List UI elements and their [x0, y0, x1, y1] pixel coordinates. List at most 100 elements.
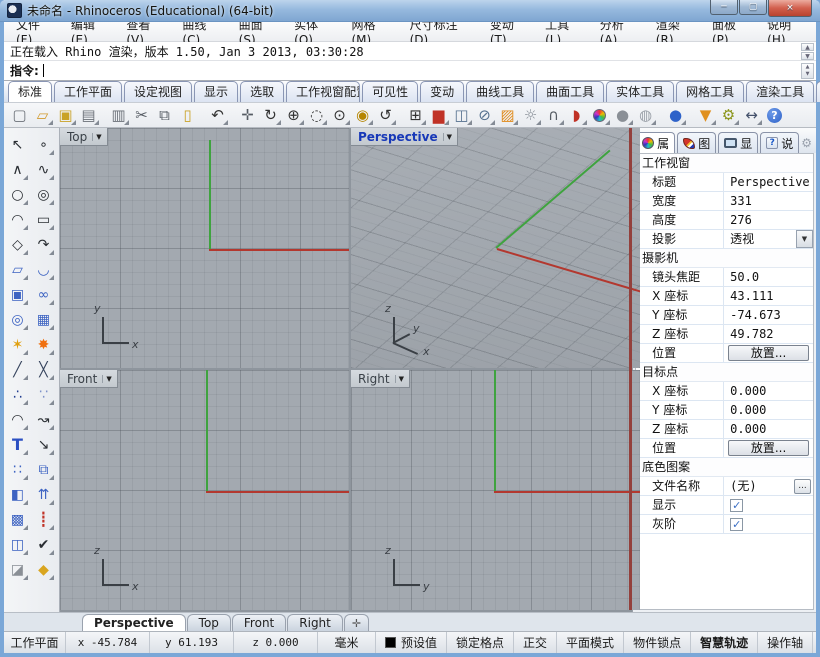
status-cell[interactable]: 毫米 [318, 632, 376, 653]
zoom-extents-icon[interactable]: ⊙ [328, 104, 351, 126]
rebuild-curve-icon[interactable]: ↝ [31, 408, 55, 431]
tab-layers[interactable]: 图 [677, 132, 716, 153]
surface-icon[interactable]: ▱ [5, 258, 29, 281]
toolbar-tab[interactable]: 设定视图 [124, 81, 192, 102]
paste-icon[interactable]: ▯ [176, 104, 199, 126]
blast-icon[interactable]: ✸ [31, 333, 55, 356]
copy-icon[interactable]: ⧉ [153, 104, 176, 126]
select-icon[interactable]: ↖ [5, 133, 29, 156]
layer-shapes-icon[interactable]: ▨ [496, 104, 519, 126]
toolbar-tab[interactable]: 变动 [420, 81, 464, 102]
projection-dropdown[interactable]: ▼ [796, 230, 813, 248]
focal-value[interactable]: 50.0 [724, 268, 813, 286]
viewport-right[interactable]: Right ▼ z y [351, 370, 640, 610]
projection-value[interactable]: 透视 [724, 230, 796, 248]
status-toggle[interactable]: 平面模式 [557, 632, 624, 653]
object-properties-icon[interactable]: ◗ [565, 104, 588, 126]
boolean-diff-icon[interactable]: ◆ [31, 558, 55, 581]
print-icon[interactable]: ▤ [77, 104, 100, 126]
viewport-front[interactable]: Front ▼ z x [60, 370, 349, 610]
viewport-tab[interactable]: Front [232, 614, 286, 631]
circle-icon[interactable]: ○ [5, 183, 29, 206]
polygon-icon[interactable]: ◇ [5, 233, 29, 256]
point-icon[interactable]: ∘ [31, 133, 55, 156]
close-button[interactable]: × [768, 0, 812, 17]
tab-display[interactable]: 显 [718, 132, 758, 153]
solid-tools-icon[interactable]: ◧ [5, 483, 29, 506]
ungroup-icon[interactable]: ∵ [31, 383, 55, 406]
viewport-splitter[interactable] [629, 128, 632, 610]
offset-icon[interactable]: ⧉ [31, 458, 55, 481]
viewport-height-value[interactable]: 276 [724, 211, 813, 229]
rectangle-icon[interactable]: ▭ [31, 208, 55, 231]
viewport-width-value[interactable]: 331 [724, 192, 813, 210]
render-icon[interactable]: ● [664, 104, 687, 126]
help-icon[interactable]: ? [763, 104, 786, 126]
status-cell[interactable]: z 0.000 [234, 632, 318, 653]
chevron-down-icon[interactable]: ▼ [102, 375, 114, 383]
scale-icon[interactable]: ↘ [31, 433, 55, 456]
explode-icon[interactable]: ✶ [5, 333, 29, 356]
toolbar-tab[interactable]: 实体工具 [606, 81, 674, 102]
zoom-back-icon[interactable]: ↺ [374, 104, 397, 126]
viewport-title-value[interactable]: Perspective [724, 173, 813, 191]
array-icon[interactable]: ▩ [5, 508, 29, 531]
ghosted-sphere-icon[interactable]: ◍ [634, 104, 657, 126]
toolbar-tab[interactable]: 工作视窗配置 [286, 81, 360, 102]
torus-icon[interactable]: ◎ [5, 308, 29, 331]
maximize-button[interactable]: ▢ [739, 0, 767, 15]
box-icon[interactable]: ▣ [5, 283, 29, 306]
toolbar-tab[interactable]: 工作平面 [54, 81, 122, 102]
status-toggle[interactable]: 正交 [514, 632, 557, 653]
boolean-union-icon[interactable]: ◪ [5, 558, 29, 581]
scroll-down-icon[interactable]: ▼ [801, 52, 814, 60]
curve-icon[interactable]: ∿ [31, 158, 55, 181]
extrude-icon[interactable]: ⇈ [31, 483, 55, 506]
arc-icon[interactable]: ◠ [5, 208, 29, 231]
status-cell[interactable]: 预设值 [376, 632, 447, 653]
target-place-button[interactable]: 放置... [728, 440, 809, 456]
named-view-icon[interactable]: ⊘ [473, 104, 496, 126]
toolbar-tab[interactable]: 渲染工具 [746, 81, 814, 102]
status-toggle[interactable]: 操作轴 [758, 632, 813, 653]
chevron-down-icon[interactable]: ▼ [92, 133, 104, 141]
viewport-tab[interactable]: ✛ [344, 614, 369, 631]
panel-gear-icon[interactable]: ⚙ [801, 136, 814, 153]
save-icon[interactable]: ▣ [54, 104, 77, 126]
target-x-value[interactable]: 0.000 [724, 382, 813, 400]
split-icon[interactable]: ╳ [31, 358, 55, 381]
lamp-icon[interactable]: ☼ [519, 104, 542, 126]
curved-surface-icon[interactable]: ◡ [31, 258, 55, 281]
trim-icon[interactable]: ╱ [5, 358, 29, 381]
viewport-tab[interactable]: Perspective [82, 614, 186, 631]
zoom-dynamic-icon[interactable]: ⊕ [282, 104, 305, 126]
freeform-curve-icon[interactable]: ↷ [31, 233, 55, 256]
undo-icon[interactable]: ↶ [206, 104, 229, 126]
browse-button[interactable]: ... [794, 479, 811, 494]
toolbar-tab[interactable]: 显示 [194, 81, 238, 102]
camera-x-value[interactable]: 43.111 [724, 287, 813, 305]
ellipse-icon[interactable]: ◎ [31, 183, 55, 206]
cut-icon[interactable]: ✂ [130, 104, 153, 126]
open-file-icon[interactable]: ▱ [31, 104, 54, 126]
car-icon[interactable]: ▆ [427, 104, 450, 126]
show-checkbox[interactable]: ✓ [730, 499, 743, 512]
viewport-top[interactable]: Top ▼ y x [60, 128, 349, 368]
array-curve-icon[interactable]: ┋ [31, 508, 55, 531]
camera-y-value[interactable]: -74.673 [724, 306, 813, 324]
grayscale-checkbox[interactable]: ✓ [730, 518, 743, 531]
target-y-value[interactable]: 0.000 [724, 401, 813, 419]
toolbar-tab[interactable]: 选取 [240, 81, 284, 102]
rotate-view-icon[interactable]: ↻ [259, 104, 282, 126]
toolbar-tab[interactable]: 网格工具 [676, 81, 744, 102]
status-cell[interactable]: y 61.193 [150, 632, 234, 653]
color-wheel-icon[interactable] [588, 104, 611, 126]
chevron-down-icon[interactable]: ▼ [443, 133, 455, 141]
toolbar-tab[interactable]: 出图 [816, 81, 820, 102]
wallpaper-file-value[interactable]: (无) [724, 477, 794, 495]
viewport-perspective-title[interactable]: Perspective ▼ [351, 128, 458, 146]
cplane-icon[interactable]: ◫ [450, 104, 473, 126]
check-icon[interactable]: ✔ [31, 533, 55, 556]
options-icon[interactable]: ⚙ [717, 104, 740, 126]
status-toggle[interactable]: 锁定格点 [447, 632, 514, 653]
